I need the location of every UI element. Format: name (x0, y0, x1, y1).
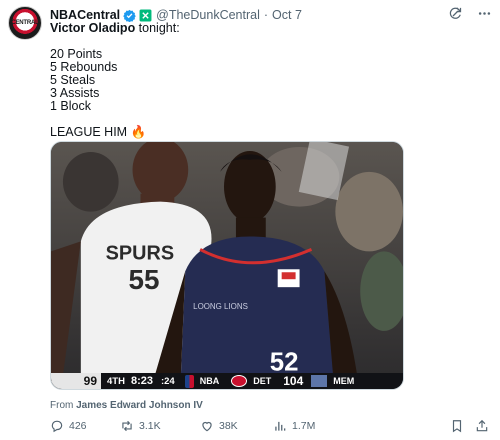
separator-dot: · (263, 8, 269, 22)
reply-button[interactable]: 426 (50, 419, 87, 433)
video-frame: LOONG LIONS SPURS 55 52 (51, 142, 403, 389)
reply-count: 426 (69, 420, 87, 432)
away-score: 104 (283, 374, 304, 388)
tweet-video[interactable]: LOONG LIONS SPURS 55 52 99 4TH 8:23 :24 … (50, 141, 404, 390)
tweet-actions: 426 3.1K 38K 1.7M (50, 418, 490, 434)
away-team: DET (253, 376, 272, 386)
header-actions (448, 6, 492, 21)
more-icon[interactable] (477, 6, 492, 21)
network-label: NBA (199, 376, 220, 386)
share-button[interactable] (475, 419, 489, 433)
avatar-label: CENTRAL (11, 20, 39, 26)
author-display-name[interactable]: NBACentral (50, 8, 120, 22)
left-jersey-team: SPURS (106, 242, 174, 264)
verified-badge-icon (123, 9, 136, 22)
left-jersey-number: 55 (129, 264, 160, 295)
like-icon (202, 421, 212, 432)
bookmark-button[interactable] (450, 419, 464, 433)
grizzlies-logo-icon (311, 375, 328, 387)
author-avatar[interactable]: CENTRAL (8, 6, 42, 40)
views-icon (275, 421, 286, 431)
repost-icon (122, 420, 132, 432)
like-button[interactable]: 38K (200, 419, 238, 433)
stat-line: 1 Block (50, 99, 91, 113)
tweet-card: CENTRAL NBACentral @TheDunkCentral · Oct… (0, 0, 500, 440)
game-clock: 8:23 (130, 375, 153, 387)
closing-line: LEAGUE HIM 🔥 (50, 125, 147, 139)
author-handle[interactable]: @TheDunkCentral (156, 8, 260, 22)
like-count: 38K (219, 420, 238, 432)
home-score: 99 (51, 373, 101, 389)
right-jersey-team: LOONG LIONS (193, 302, 248, 311)
stat-line: 5 Rebounds (50, 60, 118, 74)
affiliate-badge-icon (139, 9, 152, 21)
scoreboard-bar: 99 4TH 8:23 :24 NBA DET 104 MEM (51, 373, 403, 389)
shot-clock: :24 (160, 375, 175, 387)
repost-count: 3.1K (139, 420, 161, 432)
pistons-logo-icon (231, 375, 248, 387)
tweet-text: Victor Oladipo tonight: 20 Points 5 Rebo… (50, 22, 480, 139)
quarter-label: 4TH (107, 375, 125, 387)
attribution-prefix: From (50, 400, 77, 411)
views-button[interactable]: 1.7M (273, 419, 315, 433)
third-team: MEM (333, 376, 355, 386)
stat-line: 5 Steals (50, 73, 96, 87)
repost-button[interactable]: 3.1K (120, 419, 161, 433)
intro-rest: tonight: (135, 21, 180, 35)
attribution-name[interactable]: James Edward Johnson IV (76, 400, 203, 411)
player-mention[interactable]: Victor Oladipo (50, 21, 135, 35)
tweet-intro-line: Victor Oladipo tonight: (50, 22, 480, 35)
views-count: 1.7M (292, 420, 316, 432)
nba-logo-icon (184, 374, 194, 388)
grok-icon[interactable] (448, 6, 463, 21)
stat-line: 3 Assists (50, 86, 100, 100)
bookmark-icon (452, 420, 462, 433)
tweet-time[interactable]: Oct 7 (272, 8, 302, 22)
share-icon (476, 419, 488, 432)
reply-icon (51, 420, 63, 433)
video-attribution: From James Edward Johnson IV (50, 400, 203, 411)
